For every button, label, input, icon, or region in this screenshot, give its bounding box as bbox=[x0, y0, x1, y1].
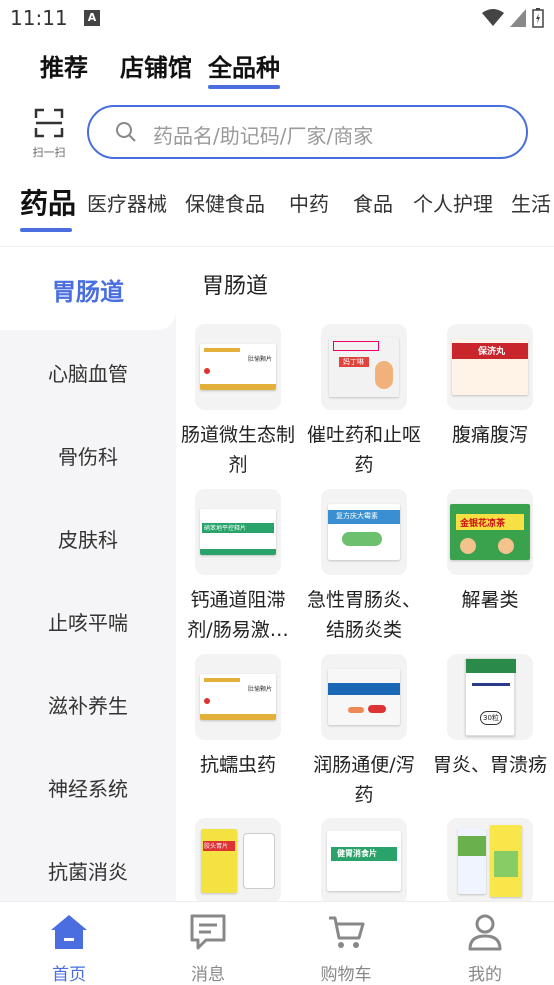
product-category-item[interactable]: 妈丁啉 催吐药和止呕药 bbox=[301, 324, 427, 480]
wifi-icon bbox=[482, 9, 504, 26]
product-category-item[interactable]: 金银花凉茶 解暑类 bbox=[427, 489, 553, 615]
box-text: 健胃消食片 bbox=[337, 849, 377, 858]
product-image: 复方庆大霉素 bbox=[321, 489, 407, 575]
category-chinese-medicine[interactable]: 中药 bbox=[289, 188, 329, 217]
product-image: 肚愉颗片 bbox=[195, 654, 281, 740]
status-icons bbox=[482, 8, 544, 28]
content-title: 胃肠道 bbox=[202, 274, 269, 299]
product-category-item[interactable]: 30粒 胃炎、胃溃疡 bbox=[427, 654, 553, 780]
nav-messages[interactable]: 消息 bbox=[158, 912, 258, 985]
sidebar-item-antibiotic[interactable]: 抗菌消炎 bbox=[0, 856, 176, 885]
sidebar-item-neuro[interactable]: 神经系统 bbox=[0, 773, 176, 802]
category-personal-care[interactable]: 个人护理 bbox=[413, 188, 493, 217]
box-text: 复方庆大霉素 bbox=[336, 512, 378, 520]
sidebar bbox=[0, 247, 176, 901]
category-tabs: 药品 医疗器械 保健食品 中药 食品 个人护理 生活 bbox=[0, 178, 554, 236]
box-text: 妈丁啉 bbox=[343, 358, 364, 366]
product-category-item[interactable]: 保济丸 腹痛腹泻 bbox=[427, 324, 553, 450]
sidebar-item-gastro[interactable]: 胃肠道 bbox=[0, 272, 176, 307]
product-category-item[interactable]: 肚愉颗片 肠道微生态制剂 bbox=[175, 324, 301, 480]
product-category-name: 腹痛腹泻 bbox=[451, 424, 528, 446]
product-category-name: 钙通道阻滞剂/肠易激综合征 bbox=[187, 589, 289, 641]
user-icon bbox=[468, 914, 502, 951]
tab-shops[interactable]: 店铺馆 bbox=[120, 48, 192, 83]
product-image: 妈丁啉 bbox=[321, 324, 407, 410]
nav-profile-label: 我的 bbox=[468, 965, 502, 985]
search-input[interactable]: 药品名/助记码/厂家/商家 bbox=[87, 105, 528, 159]
battery-icon bbox=[532, 8, 544, 28]
signal-icon bbox=[510, 9, 526, 27]
product-category-item[interactable]: 润肠通便/泻药 bbox=[301, 654, 427, 810]
category-drugs[interactable]: 药品 bbox=[20, 182, 76, 222]
sidebar-item-dermatology[interactable]: 皮肤科 bbox=[0, 524, 176, 553]
product-category-item[interactable]: 肚愉颗片 抗蠕虫药 bbox=[175, 654, 301, 780]
product-category-name: 润肠通便/泻药 bbox=[313, 754, 415, 806]
box-text: 金银花凉茶 bbox=[460, 519, 506, 529]
sidebar-item-tonic[interactable]: 滋补养生 bbox=[0, 690, 176, 719]
product-category-name: 胃炎、胃溃疡 bbox=[432, 754, 547, 776]
category-living[interactable]: 生活 bbox=[511, 188, 551, 217]
sidebar-item-cough[interactable]: 止咳平喘 bbox=[0, 607, 176, 636]
tab-recommend[interactable]: 推荐 bbox=[40, 48, 88, 83]
home-icon bbox=[51, 915, 87, 949]
category-health-food[interactable]: 保健食品 bbox=[185, 188, 265, 217]
top-tabs: 推荐 店铺馆 全品种 bbox=[0, 48, 554, 90]
notification-icon: A bbox=[84, 10, 100, 26]
cart-icon bbox=[329, 916, 365, 948]
product-category-name: 解暑类 bbox=[461, 589, 519, 611]
product-image: 30粒 bbox=[447, 654, 533, 740]
box-text: 肚愉颗片 bbox=[247, 686, 272, 693]
product-category-name: 抗蠕虫药 bbox=[199, 754, 276, 776]
product-image: 硝苯地平控释片 bbox=[195, 489, 281, 575]
box-text: 胶头胃片 bbox=[204, 843, 229, 850]
scan-button[interactable]: 扫一扫 bbox=[28, 108, 70, 164]
product-category-name: 催吐药和止呕药 bbox=[306, 424, 421, 476]
nav-profile[interactable]: 我的 bbox=[435, 912, 535, 985]
scan-label: 扫一扫 bbox=[32, 146, 66, 159]
nav-cart-label: 购物车 bbox=[320, 965, 372, 985]
product-image bbox=[321, 654, 407, 740]
product-category-item[interactable]: 硝苯地平控释片 钙通道阻滞剂/肠易激综合征 bbox=[175, 489, 301, 645]
category-medical-devices[interactable]: 医疗器械 bbox=[87, 188, 167, 217]
box-text: 肚愉颗片 bbox=[247, 356, 272, 363]
product-image: 肚愉颗片 bbox=[195, 324, 281, 410]
tab-all-products[interactable]: 全品种 bbox=[208, 48, 280, 89]
product-image: 健胃消食片 bbox=[321, 818, 407, 904]
nav-home[interactable]: 首页 bbox=[19, 912, 119, 985]
message-icon bbox=[190, 914, 226, 950]
box-text: 30粒 bbox=[480, 711, 502, 725]
product-image: 保济丸 bbox=[447, 324, 533, 410]
product-category-item[interactable]: 健胃消食片 bbox=[301, 818, 427, 904]
category-active-indicator bbox=[20, 228, 72, 232]
status-bar: 11:11 A bbox=[0, 0, 554, 38]
nav-messages-label: 消息 bbox=[191, 965, 225, 985]
status-time: 11:11 bbox=[10, 6, 68, 30]
product-category-name: 急性胃肠炎、结肠炎类 bbox=[306, 589, 421, 641]
category-food[interactable]: 食品 bbox=[353, 188, 393, 217]
product-image: 胶头胃片 bbox=[195, 818, 281, 904]
sidebar-item-cardio[interactable]: 心脑血管 bbox=[0, 358, 176, 387]
box-text: 硝苯地平控释片 bbox=[204, 525, 247, 532]
search-icon bbox=[116, 122, 136, 142]
scan-icon bbox=[34, 108, 64, 138]
product-category-item[interactable] bbox=[427, 818, 553, 904]
product-category-name: 肠道微生态制剂 bbox=[180, 424, 295, 476]
product-category-item[interactable]: 胶头胃片 bbox=[175, 818, 301, 904]
product-category-item[interactable]: 复方庆大霉素 急性胃肠炎、结肠炎类 bbox=[301, 489, 427, 645]
search-placeholder: 药品名/助记码/厂家/商家 bbox=[153, 124, 374, 148]
nav-home-label: 首页 bbox=[52, 965, 86, 985]
product-image: 金银花凉茶 bbox=[447, 489, 533, 575]
box-text: 保济丸 bbox=[478, 347, 506, 357]
product-image bbox=[447, 818, 533, 904]
nav-cart[interactable]: 购物车 bbox=[296, 912, 396, 985]
sidebar-item-orthopedics[interactable]: 骨伤科 bbox=[0, 441, 176, 470]
bottom-nav: 首页 消息 购物车 我的 bbox=[0, 901, 554, 985]
